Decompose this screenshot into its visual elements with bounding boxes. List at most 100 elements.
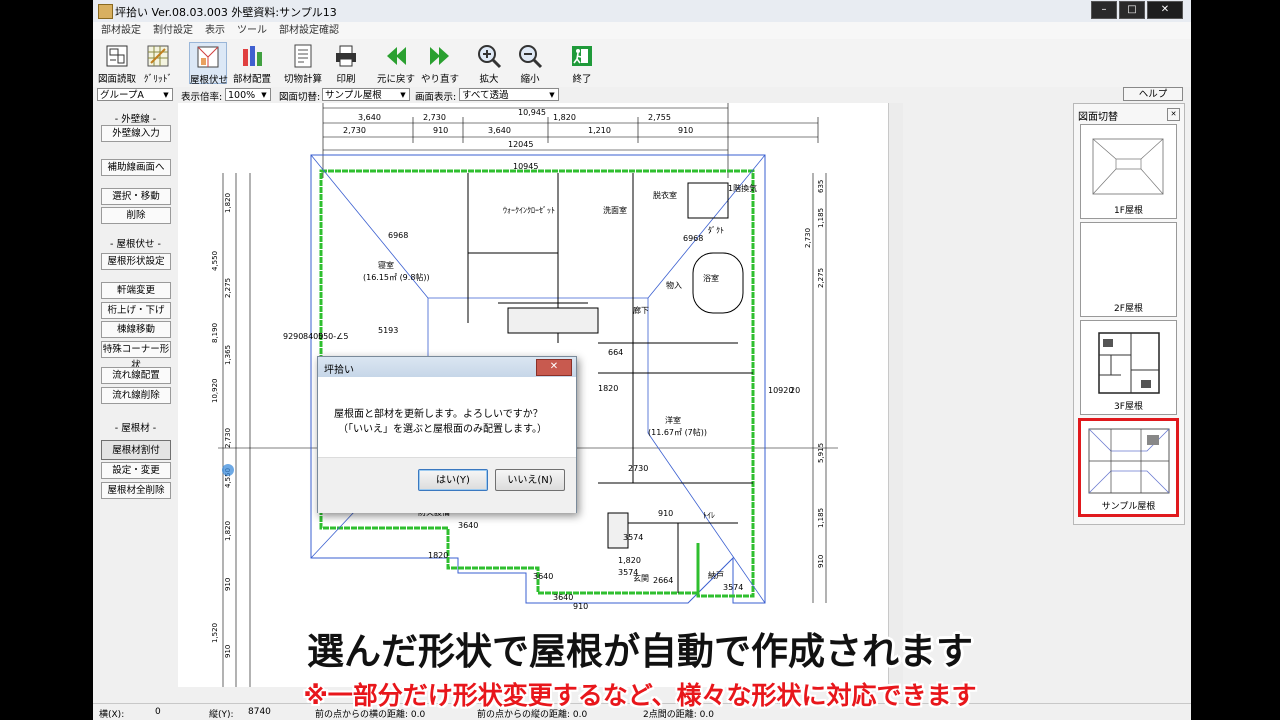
exit-button[interactable]: 終了 [566, 42, 598, 85]
zoom-out-button[interactable]: 縮小 [514, 42, 546, 85]
plan-room-label: 脱衣室 [653, 190, 677, 200]
delete-button[interactable]: 削除 [101, 207, 171, 224]
title-bar[interactable]: 坪拾い Ver.08.03.003 外壁資料:サンプル13 – □ ✕ [93, 0, 1191, 23]
flow-line-delete-button[interactable]: 流れ線削除 [101, 387, 171, 404]
plan-label: 2730 [628, 464, 648, 473]
grid-icon [145, 43, 171, 69]
plan-dim: 1,820 [553, 113, 576, 122]
plan-label: 3640 [533, 572, 553, 581]
scale-select[interactable]: 100% ▼ [225, 88, 271, 101]
plan-room-label: 納戸 [708, 570, 724, 580]
plan-label: 20 [790, 386, 800, 395]
roof-plan-icon [195, 44, 221, 70]
roof-plan-button[interactable]: 屋根伏せ [189, 42, 228, 86]
menu-layout-settings[interactable]: 割付設定 [153, 22, 193, 39]
thumb-sample-roof[interactable]: サンプル屋根 [1078, 418, 1179, 517]
plan-room-label: 洋室 [665, 415, 681, 425]
menu-parts-settings[interactable]: 部材設定 [101, 22, 141, 39]
plan-dim: 910 [678, 126, 693, 135]
plan-label: 1820 [428, 551, 448, 560]
thumb-3f-roof[interactable]: 3F屋根 [1080, 320, 1177, 415]
toolbar: 図面読取 ｸﾞﾘｯﾄﾞ 屋根伏せ 部材配置 切物計算 印刷 元に戻す やり直す … [93, 39, 1191, 88]
roof-shape-settings-button[interactable]: 屋根形状設定 [101, 253, 171, 270]
maximize-button[interactable]: □ [1119, 1, 1145, 19]
plan-dim: 10,920 [211, 379, 219, 404]
special-corner-button[interactable]: 特殊コーナー形状 [101, 341, 171, 371]
app-window: 坪拾い Ver.08.03.003 外壁資料:サンプル13 – □ ✕ 部材設定… [93, 0, 1191, 720]
section-exterior-wall: - 外壁線 - [114, 114, 157, 125]
plan-dim: 4,550 [211, 251, 219, 271]
dialog-close-button[interactable]: ✕ [536, 359, 572, 376]
ridge-move-button[interactable]: 棟線移動 [101, 321, 171, 338]
confirm-dialog: 坪拾い ✕ 屋根面と部材を更新します。よろしいですか？ （「いいえ」を選ぶと屋根… [317, 356, 577, 513]
aux-line-screen-button[interactable]: 補助線画面へ [101, 159, 171, 176]
plan-label: 6968 [388, 231, 408, 240]
exterior-wall-input-button[interactable]: 外壁線入力 [101, 125, 171, 142]
menu-parts-check[interactable]: 部材設定確認 [279, 22, 339, 39]
plan-label: 3574 [618, 568, 638, 577]
selector-bar: グループA ▼ 表示倍率: 100% ▼ 図面切替: サンプル屋根 ▼ 画面表示: す… [93, 87, 1191, 103]
plan-label: (16.15㎡ (9.8帖)) [363, 272, 430, 282]
redo-button[interactable]: やり直す [419, 42, 461, 85]
plan-label: 910 [573, 602, 588, 611]
close-icon[interactable]: ✕ [1167, 108, 1180, 121]
plan-label: 3574 [723, 583, 743, 592]
chevron-down-icon: ▼ [549, 91, 555, 99]
plan-dim: 910 [817, 555, 825, 568]
menu-view[interactable]: 表示 [205, 22, 225, 39]
plan-label: 910 [658, 509, 673, 518]
plan-label: ﾀﾞｸﾄ [708, 226, 724, 235]
menu-tools[interactable]: ツール [237, 22, 267, 39]
app-icon [98, 4, 113, 19]
zoom-in-icon [476, 43, 502, 69]
roof-material-delete-all-button[interactable]: 屋根材全削除 [101, 482, 171, 499]
plan-thumbnail [1098, 332, 1160, 394]
flow-line-place-button[interactable]: 流れ線配置 [101, 367, 171, 384]
settings-change-button[interactable]: 設定・変更 [101, 462, 171, 479]
thumb-2f-roof[interactable]: 2F屋根 [1080, 222, 1177, 317]
plan-label: 2664 [653, 576, 673, 585]
display-select[interactable]: すべて透過 ▼ [459, 88, 559, 101]
plan-label: 1階換気 [728, 183, 757, 193]
yes-button[interactable]: はい(Y) [418, 469, 488, 491]
vertical-scrollbar[interactable] [888, 103, 903, 687]
dialog-title-bar[interactable]: 坪拾い ✕ [318, 357, 576, 377]
plan-dim: 1,185 [817, 508, 825, 528]
plan-label: 6968 [683, 234, 703, 243]
plan-label: 9290 [283, 332, 303, 341]
dialog-message: 屋根面と部材を更新します。よろしいですか？ [334, 409, 543, 420]
drawing-switch-title: 図面切替 [1078, 112, 1118, 123]
plan-dim: 2,730 [804, 228, 812, 248]
parts-place-icon [239, 43, 265, 69]
grid-button[interactable]: ｸﾞﾘｯﾄﾞ [141, 42, 175, 85]
zoom-out-icon [517, 43, 543, 69]
menu-bar: 部材設定 割付設定 表示 ツール 部材設定確認 [93, 22, 1191, 39]
plan-dim: 635 [817, 180, 825, 193]
left-tool-panel: - 外壁線 - 外壁線入力 補助線画面へ 選択・移動 削除 - 屋根伏せ - 屋… [98, 105, 173, 685]
roof-material-layout-button[interactable]: 屋根材割付 [101, 440, 171, 460]
help-button[interactable]: ヘルプ [1123, 87, 1183, 101]
plan-dim: 2,275 [224, 278, 232, 298]
drawing-select[interactable]: サンプル屋根 ▼ [322, 88, 410, 101]
parts-place-button[interactable]: 部材配置 [231, 42, 273, 85]
cut-calc-button[interactable]: 切物計算 [281, 42, 325, 85]
display-label: 画面表示: [415, 92, 457, 103]
undo-button[interactable]: 元に戻す [376, 42, 416, 85]
eave-change-button[interactable]: 軒端変更 [101, 282, 171, 299]
print-button[interactable]: 印刷 [329, 42, 363, 85]
plan-dim: 2,755 [648, 113, 671, 122]
mouse-cursor-indicator [222, 464, 234, 476]
plan-dim: 1,185 [817, 208, 825, 228]
group-select[interactable]: グループA ▼ [97, 88, 173, 101]
close-button[interactable]: ✕ [1147, 1, 1183, 19]
drawing-load-button[interactable]: 図面読取 [97, 42, 137, 85]
thumb-1f-roof[interactable]: 1F屋根 [1080, 124, 1177, 219]
girder-raise-lower-button[interactable]: 桁上げ・下げ [101, 302, 171, 319]
plan-thumbnail [1088, 428, 1170, 494]
zoom-in-button[interactable]: 拡大 [473, 42, 505, 85]
minimize-button[interactable]: – [1091, 1, 1117, 19]
subtitle-main: 選んだ形状で屋根が自動で作成されます [307, 630, 973, 673]
no-button[interactable]: いいえ(N) [495, 469, 565, 491]
window-title: 坪拾い Ver.08.03.003 外壁資料:サンプル13 [115, 6, 337, 19]
select-move-button[interactable]: 選択・移動 [101, 188, 171, 205]
